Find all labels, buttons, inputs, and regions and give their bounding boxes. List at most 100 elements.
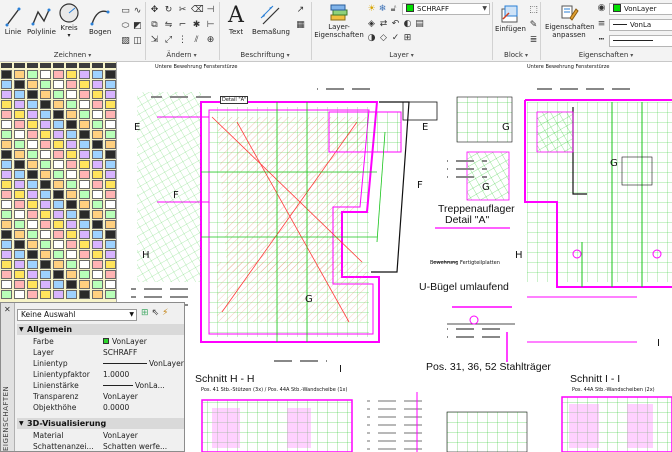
palette-grip-icon[interactable] — [14, 63, 25, 68]
palette-tool-icon[interactable] — [66, 170, 77, 179]
palette-tool-icon[interactable] — [66, 70, 77, 79]
layer-on-icon[interactable]: ☀ — [366, 4, 377, 15]
stretch-icon[interactable]: ⇲ — [149, 35, 160, 46]
palette-tool-icon[interactable] — [53, 170, 64, 179]
palette-tool-icon[interactable] — [14, 120, 25, 129]
palette-tool-icon[interactable] — [40, 190, 51, 199]
palette-tool-icon[interactable] — [40, 70, 51, 79]
palette-tool-icon[interactable] — [92, 210, 103, 219]
palette-tool-icon[interactable] — [14, 140, 25, 149]
palette-tool-icon[interactable] — [105, 80, 116, 89]
palette-tool-icon[interactable] — [53, 220, 64, 229]
circle-dropdown-icon[interactable]: ▾ — [58, 32, 80, 39]
palette-tool-icon[interactable] — [27, 290, 38, 299]
palette-tool-icon[interactable] — [92, 150, 103, 159]
palette-tool-icon[interactable] — [27, 270, 38, 279]
palette-tool-icon[interactable] — [53, 90, 64, 99]
palette-tool-icon[interactable] — [105, 110, 116, 119]
palette-tool-icon[interactable] — [79, 100, 90, 109]
palette-tool-icon[interactable] — [79, 80, 90, 89]
palette-tool-icon[interactable] — [14, 90, 25, 99]
quick-select-icon[interactable]: ⚡︎ — [162, 308, 171, 318]
palette-tool-icon[interactable] — [1, 180, 12, 189]
palette-tool-icon[interactable] — [79, 140, 90, 149]
palette-tool-icon[interactable] — [66, 260, 77, 269]
lineweight-dropdown[interactable]: VonLa — [609, 19, 672, 31]
scale-icon[interactable]: ⤢ — [163, 35, 174, 46]
table-icon[interactable]: ▦ — [295, 20, 306, 31]
rectangle-icon[interactable]: ▭ — [120, 6, 131, 17]
palette-tool-icon[interactable] — [40, 150, 51, 159]
palette-tool-icon[interactable] — [105, 140, 116, 149]
property-row-thickness[interactable]: Objekthöhe 0.0000 — [17, 403, 184, 413]
palette-tool-icon[interactable] — [92, 90, 103, 99]
palette-tool-icon[interactable] — [40, 220, 51, 229]
palette-tool-icon[interactable] — [92, 170, 103, 179]
palette-tool-icon[interactable] — [27, 240, 38, 249]
palette-tool-icon[interactable] — [66, 150, 77, 159]
palette-tool-icon[interactable] — [105, 90, 116, 99]
palette-tool-icon[interactable] — [1, 130, 12, 139]
palette-tool-icon[interactable] — [27, 260, 38, 269]
palette-grip-icon[interactable] — [27, 63, 38, 68]
palette-tool-icon[interactable] — [53, 290, 64, 299]
property-row-linetype[interactable]: Linientyp VonLayer — [17, 359, 184, 369]
palette-tool-icon[interactable] — [1, 250, 12, 259]
palette-grip-icon[interactable] — [66, 63, 77, 68]
palette-tool-icon[interactable] — [14, 270, 25, 279]
palette-tool-icon[interactable] — [79, 170, 90, 179]
layer-isolate-icon[interactable]: ◈ — [366, 19, 377, 30]
break-icon[interactable]: ⊢ — [205, 20, 216, 31]
palette-grip-icon[interactable] — [1, 63, 12, 68]
layer-properties-button[interactable]: Layer- Eigenschaften — [314, 3, 364, 39]
palette-tool-icon[interactable] — [27, 80, 38, 89]
palette-tool-icon[interactable] — [66, 250, 77, 259]
palette-tool-icon[interactable] — [105, 210, 116, 219]
palette-tool-icon[interactable] — [40, 120, 51, 129]
palette-tool-icon[interactable] — [1, 210, 12, 219]
erase-icon[interactable]: ⌫ — [191, 5, 204, 16]
gradient-icon[interactable]: ◫ — [132, 36, 143, 47]
palette-tool-icon[interactable] — [40, 100, 51, 109]
palette-tool-icon[interactable] — [1, 260, 12, 269]
palette-grip-icon[interactable] — [105, 63, 116, 68]
palette-tool-icon[interactable] — [66, 240, 77, 249]
palette-tool-icon[interactable] — [14, 170, 25, 179]
palette-tool-icon[interactable] — [66, 230, 77, 239]
palette-tool-icon[interactable] — [27, 120, 38, 129]
palette-tool-icon[interactable] — [40, 130, 51, 139]
line-button[interactable]: Linie — [4, 6, 22, 36]
palette-tool-icon[interactable] — [40, 260, 51, 269]
palette-tool-icon[interactable] — [14, 260, 25, 269]
palette-tool-icon[interactable] — [105, 230, 116, 239]
palette-tool-icon[interactable] — [66, 130, 77, 139]
close-icon[interactable]: ✕ — [4, 305, 11, 314]
mirror-icon[interactable]: ⇋ — [163, 20, 174, 31]
palette-tool-icon[interactable] — [92, 180, 103, 189]
palette-tool-icon[interactable] — [1, 190, 12, 199]
palette-tool-icon[interactable] — [105, 260, 116, 269]
layer-current-icon[interactable]: ✓ — [390, 33, 401, 44]
dimension-button[interactable]: Bemaßung — [251, 4, 291, 36]
lineweight-icon[interactable]: ≡ — [596, 19, 607, 30]
modify-panel-title[interactable]: Ändern ▾ — [145, 50, 218, 61]
color-dropdown[interactable]: VonLayer — [609, 3, 672, 15]
palette-tool-icon[interactable] — [53, 180, 64, 189]
palette-tool-icon[interactable] — [66, 160, 77, 169]
palette-tool-icon[interactable] — [53, 190, 64, 199]
palette-tool-icon[interactable] — [66, 120, 77, 129]
palette-tool-icon[interactable] — [92, 100, 103, 109]
match-properties-button[interactable]: Eigenschaften anpassen — [545, 3, 595, 39]
palette-tool-icon[interactable] — [105, 150, 116, 159]
palette-tool-icon[interactable] — [27, 170, 38, 179]
palette-tool-icon[interactable] — [105, 290, 116, 299]
palette-tool-icon[interactable] — [79, 90, 90, 99]
arc-button[interactable]: Bogen — [89, 6, 111, 36]
palette-tool-icon[interactable] — [40, 240, 51, 249]
palette-tool-icon[interactable] — [79, 250, 90, 259]
palette-tool-icon[interactable] — [1, 120, 12, 129]
palette-tool-icon[interactable] — [92, 280, 103, 289]
palette-tool-icon[interactable] — [40, 230, 51, 239]
palette-tool-icon[interactable] — [1, 240, 12, 249]
palette-tool-icon[interactable] — [40, 200, 51, 209]
